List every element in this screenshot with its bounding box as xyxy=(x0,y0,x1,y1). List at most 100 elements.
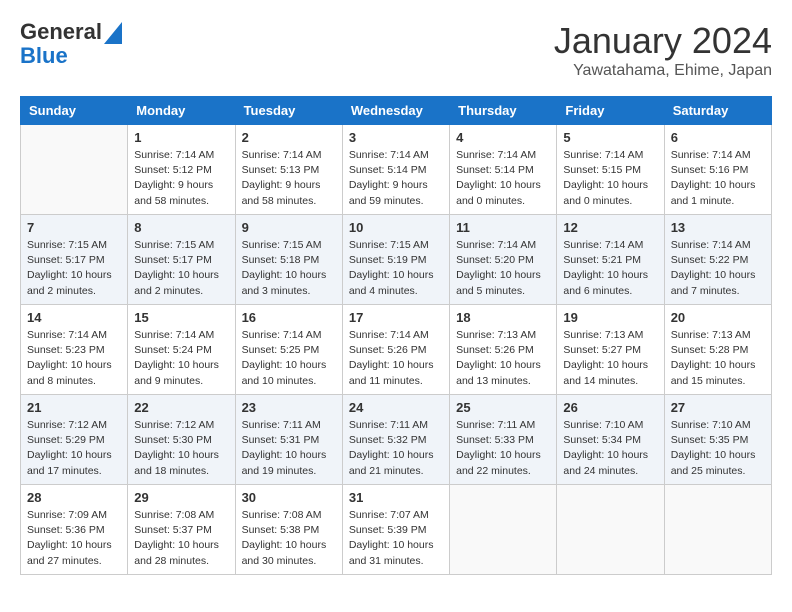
weekday-header-wednesday: Wednesday xyxy=(342,97,449,125)
cell-info: Sunrise: 7:07 AMSunset: 5:39 PMDaylight:… xyxy=(349,508,443,569)
calendar-cell: 24 Sunrise: 7:11 AMSunset: 5:32 PMDayligh… xyxy=(342,395,449,485)
calendar-cell: 21 Sunrise: 7:12 AMSunset: 5:29 PMDayligh… xyxy=(21,395,128,485)
day-number: 26 xyxy=(563,400,657,415)
cell-info: Sunrise: 7:14 AMSunset: 5:16 PMDaylight:… xyxy=(671,148,765,209)
calendar-week-row: 28 Sunrise: 7:09 AMSunset: 5:36 PMDayligh… xyxy=(21,485,772,575)
cell-info: Sunrise: 7:14 AMSunset: 5:26 PMDaylight:… xyxy=(349,328,443,389)
calendar-cell: 11Sunrise: 7:14 AMSunset: 5:20 PMDayligh… xyxy=(450,215,557,305)
cell-info: Sunrise: 7:14 AMSunset: 5:24 PMDaylight:… xyxy=(134,328,228,389)
calendar-table: SundayMondayTuesdayWednesdayThursdayFrid… xyxy=(20,96,772,575)
calendar-cell: 30Sunrise: 7:08 AMSunset: 5:38 PMDayligh… xyxy=(235,485,342,575)
calendar-week-row: 14 Sunrise: 7:14 AMSunset: 5:23 PMDayligh… xyxy=(21,305,772,395)
cell-info: Sunrise: 7:15 AMSunset: 5:17 PMDaylight:… xyxy=(134,238,228,299)
weekday-header-row: SundayMondayTuesdayWednesdayThursdayFrid… xyxy=(21,97,772,125)
weekday-header-saturday: Saturday xyxy=(664,97,771,125)
calendar-cell: 27 Sunrise: 7:10 AMSunset: 5:35 PMDayligh… xyxy=(664,395,771,485)
logo-general: General xyxy=(20,20,102,44)
day-number: 28 xyxy=(27,490,121,505)
day-number: 27 xyxy=(671,400,765,415)
day-number: 24 xyxy=(349,400,443,415)
calendar-cell: 15 Sunrise: 7:14 AMSunset: 5:24 PMDayligh… xyxy=(128,305,235,395)
day-number: 18 xyxy=(456,310,550,325)
day-number: 9 xyxy=(242,220,336,235)
cell-info: Sunrise: 7:11 AMSunset: 5:32 PMDaylight:… xyxy=(349,418,443,479)
calendar-cell: 10Sunrise: 7:15 AMSunset: 5:19 PMDayligh… xyxy=(342,215,449,305)
page-header: General Blue January 2024 Yawatahama, Eh… xyxy=(20,20,772,80)
day-number: 23 xyxy=(242,400,336,415)
day-number: 19 xyxy=(563,310,657,325)
cell-info: Sunrise: 7:13 AMSunset: 5:27 PMDaylight:… xyxy=(563,328,657,389)
calendar-cell: 19 Sunrise: 7:13 AMSunset: 5:27 PMDayligh… xyxy=(557,305,664,395)
weekday-header-thursday: Thursday xyxy=(450,97,557,125)
day-number: 11 xyxy=(456,220,550,235)
location-subtitle: Yawatahama, Ehime, Japan xyxy=(554,62,772,80)
cell-info: Sunrise: 7:09 AMSunset: 5:36 PMDaylight:… xyxy=(27,508,121,569)
month-title: January 2024 xyxy=(554,20,772,62)
calendar-cell xyxy=(557,485,664,575)
calendar-week-row: 21 Sunrise: 7:12 AMSunset: 5:29 PMDayligh… xyxy=(21,395,772,485)
day-number: 8 xyxy=(134,220,228,235)
calendar-cell: 3Sunrise: 7:14 AMSunset: 5:14 PMDaylight… xyxy=(342,125,449,215)
day-number: 30 xyxy=(242,490,336,505)
cell-info: Sunrise: 7:11 AMSunset: 5:31 PMDaylight:… xyxy=(242,418,336,479)
calendar-cell: 18Sunrise: 7:13 AMSunset: 5:26 PMDayligh… xyxy=(450,305,557,395)
day-number: 17 xyxy=(349,310,443,325)
calendar-cell: 9 Sunrise: 7:15 AMSunset: 5:18 PMDaylight… xyxy=(235,215,342,305)
day-number: 31 xyxy=(349,490,443,505)
logo: General Blue xyxy=(20,20,122,68)
cell-info: Sunrise: 7:10 AMSunset: 5:34 PMDaylight:… xyxy=(563,418,657,479)
cell-info: Sunrise: 7:14 AMSunset: 5:15 PMDaylight:… xyxy=(563,148,657,209)
day-number: 2 xyxy=(242,130,336,145)
day-number: 6 xyxy=(671,130,765,145)
cell-info: Sunrise: 7:11 AMSunset: 5:33 PMDaylight:… xyxy=(456,418,550,479)
cell-info: Sunrise: 7:14 AMSunset: 5:25 PMDaylight:… xyxy=(242,328,336,389)
cell-info: Sunrise: 7:13 AMSunset: 5:28 PMDaylight:… xyxy=(671,328,765,389)
calendar-cell: 4 Sunrise: 7:14 AMSunset: 5:14 PMDaylight… xyxy=(450,125,557,215)
calendar-cell: 31 Sunrise: 7:07 AMSunset: 5:39 PMDayligh… xyxy=(342,485,449,575)
weekday-header-sunday: Sunday xyxy=(21,97,128,125)
calendar-cell xyxy=(21,125,128,215)
day-number: 14 xyxy=(27,310,121,325)
cell-info: Sunrise: 7:10 AMSunset: 5:35 PMDaylight:… xyxy=(671,418,765,479)
calendar-cell: 8 Sunrise: 7:15 AMSunset: 5:17 PMDaylight… xyxy=(128,215,235,305)
calendar-cell: 14 Sunrise: 7:14 AMSunset: 5:23 PMDayligh… xyxy=(21,305,128,395)
cell-info: Sunrise: 7:12 AMSunset: 5:29 PMDaylight:… xyxy=(27,418,121,479)
calendar-cell: 16Sunrise: 7:14 AMSunset: 5:25 PMDayligh… xyxy=(235,305,342,395)
calendar-week-row: 7Sunrise: 7:15 AMSunset: 5:17 PMDaylight… xyxy=(21,215,772,305)
day-number: 21 xyxy=(27,400,121,415)
day-number: 12 xyxy=(563,220,657,235)
cell-info: Sunrise: 7:15 AMSunset: 5:18 PMDaylight:… xyxy=(242,238,336,299)
day-number: 15 xyxy=(134,310,228,325)
calendar-cell xyxy=(450,485,557,575)
day-number: 20 xyxy=(671,310,765,325)
cell-info: Sunrise: 7:14 AMSunset: 5:23 PMDaylight:… xyxy=(27,328,121,389)
calendar-cell: 22Sunrise: 7:12 AMSunset: 5:30 PMDayligh… xyxy=(128,395,235,485)
logo-bird-icon xyxy=(104,22,122,44)
calendar-cell: 28 Sunrise: 7:09 AMSunset: 5:36 PMDayligh… xyxy=(21,485,128,575)
cell-info: Sunrise: 7:12 AMSunset: 5:30 PMDaylight:… xyxy=(134,418,228,479)
logo-blue: Blue xyxy=(20,44,122,68)
calendar-cell: 5 Sunrise: 7:14 AMSunset: 5:15 PMDaylight… xyxy=(557,125,664,215)
day-number: 5 xyxy=(563,130,657,145)
calendar-cell xyxy=(664,485,771,575)
calendar-cell: 26 Sunrise: 7:10 AMSunset: 5:34 PMDayligh… xyxy=(557,395,664,485)
cell-info: Sunrise: 7:14 AMSunset: 5:14 PMDaylight:… xyxy=(456,148,550,209)
calendar-cell: 25 Sunrise: 7:11 AMSunset: 5:33 PMDayligh… xyxy=(450,395,557,485)
day-number: 29 xyxy=(134,490,228,505)
cell-info: Sunrise: 7:08 AMSunset: 5:37 PMDaylight:… xyxy=(134,508,228,569)
day-number: 13 xyxy=(671,220,765,235)
calendar-cell: 2 Sunrise: 7:14 AMSunset: 5:13 PMDaylight… xyxy=(235,125,342,215)
calendar-cell: 1Sunrise: 7:14 AMSunset: 5:12 PMDaylight… xyxy=(128,125,235,215)
calendar-cell: 6 Sunrise: 7:14 AMSunset: 5:16 PMDaylight… xyxy=(664,125,771,215)
calendar-cell: 7Sunrise: 7:15 AMSunset: 5:17 PMDaylight… xyxy=(21,215,128,305)
day-number: 25 xyxy=(456,400,550,415)
calendar-cell: 17 Sunrise: 7:14 AMSunset: 5:26 PMDayligh… xyxy=(342,305,449,395)
cell-info: Sunrise: 7:15 AMSunset: 5:19 PMDaylight:… xyxy=(349,238,443,299)
weekday-header-tuesday: Tuesday xyxy=(235,97,342,125)
cell-info: Sunrise: 7:14 AMSunset: 5:14 PMDaylight:… xyxy=(349,148,443,209)
cell-info: Sunrise: 7:14 AMSunset: 5:13 PMDaylight:… xyxy=(242,148,336,209)
calendar-cell: 20 Sunrise: 7:13 AMSunset: 5:28 PMDayligh… xyxy=(664,305,771,395)
cell-info: Sunrise: 7:15 AMSunset: 5:17 PMDaylight:… xyxy=(27,238,121,299)
calendar-week-row: 1Sunrise: 7:14 AMSunset: 5:12 PMDaylight… xyxy=(21,125,772,215)
day-number: 4 xyxy=(456,130,550,145)
